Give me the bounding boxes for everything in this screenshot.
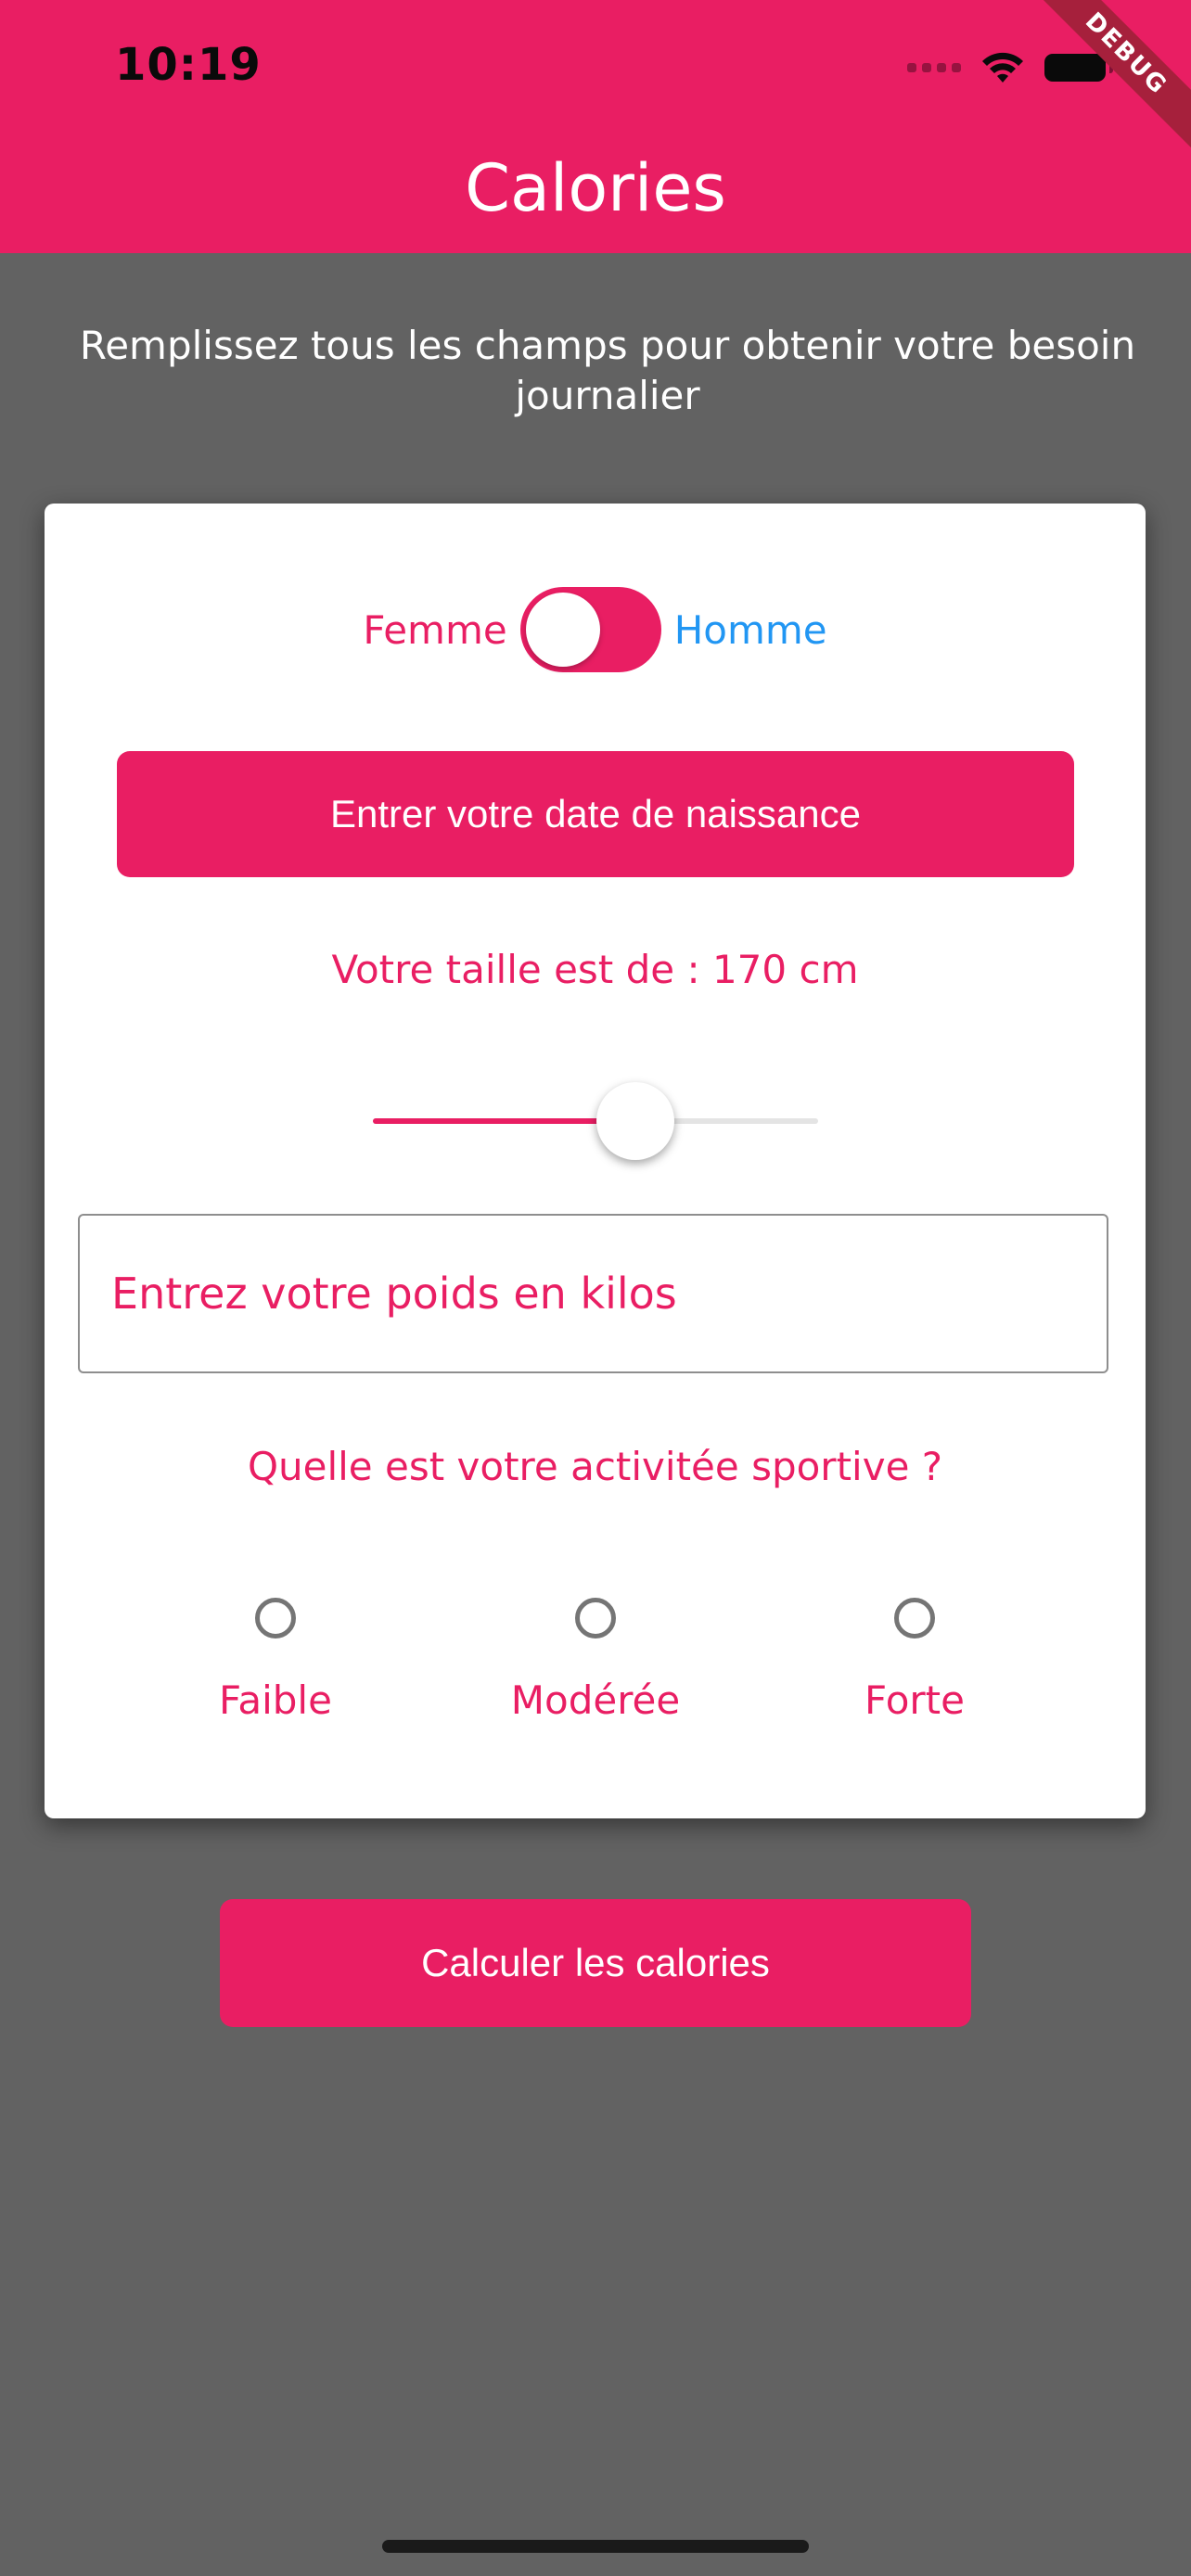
radio-option-forte[interactable]: Forte — [775, 1598, 1054, 1723]
weight-input[interactable] — [78, 1214, 1108, 1373]
radio-option-faible[interactable]: Faible — [136, 1598, 415, 1723]
wifi-icon — [982, 52, 1023, 83]
gender-label-homme: Homme — [673, 606, 827, 653]
radio-button-faible[interactable] — [255, 1598, 296, 1639]
radio-button-forte[interactable] — [894, 1598, 935, 1639]
status-icons — [907, 45, 1113, 91]
page-title: Calories — [465, 150, 726, 226]
home-indicator — [382, 2540, 809, 2553]
activity-question: Quelle est votre activitée sportive ? — [247, 1444, 943, 1489]
birthdate-button[interactable]: Entrer votre date de naissance — [117, 751, 1074, 877]
height-slider[interactable] — [373, 1078, 818, 1162]
form-card: Femme Homme Entrer votre date de naissan… — [45, 504, 1146, 1818]
signal-dots-icon — [907, 63, 961, 72]
radio-label-forte: Forte — [864, 1677, 965, 1723]
switch-thumb — [525, 593, 600, 667]
activity-radio-group: Faible Modérée Forte — [45, 1598, 1146, 1765]
gender-label-femme: Femme — [363, 606, 507, 653]
instructions-text: Remplissez tous les champs pour obtenir … — [79, 323, 1136, 418]
gender-switch[interactable] — [519, 587, 661, 672]
battery-icon — [1044, 54, 1113, 82]
slider-thumb[interactable] — [596, 1082, 674, 1160]
radio-label-faible: Faible — [219, 1677, 332, 1723]
status-time: 10:19 — [115, 39, 262, 91]
radio-option-moderee[interactable]: Modérée — [456, 1598, 735, 1723]
gender-toggle-row: Femme Homme — [45, 583, 1146, 676]
radio-button-moderee[interactable] — [575, 1598, 616, 1639]
calculate-calories-button[interactable]: Calculer les calories — [220, 1899, 971, 2027]
radio-label-moderee: Modérée — [510, 1677, 681, 1723]
height-label: Votre taille est de : 170 cm — [331, 947, 859, 992]
app-bar: 10:19 DEBUG Calories — [0, 0, 1191, 253]
